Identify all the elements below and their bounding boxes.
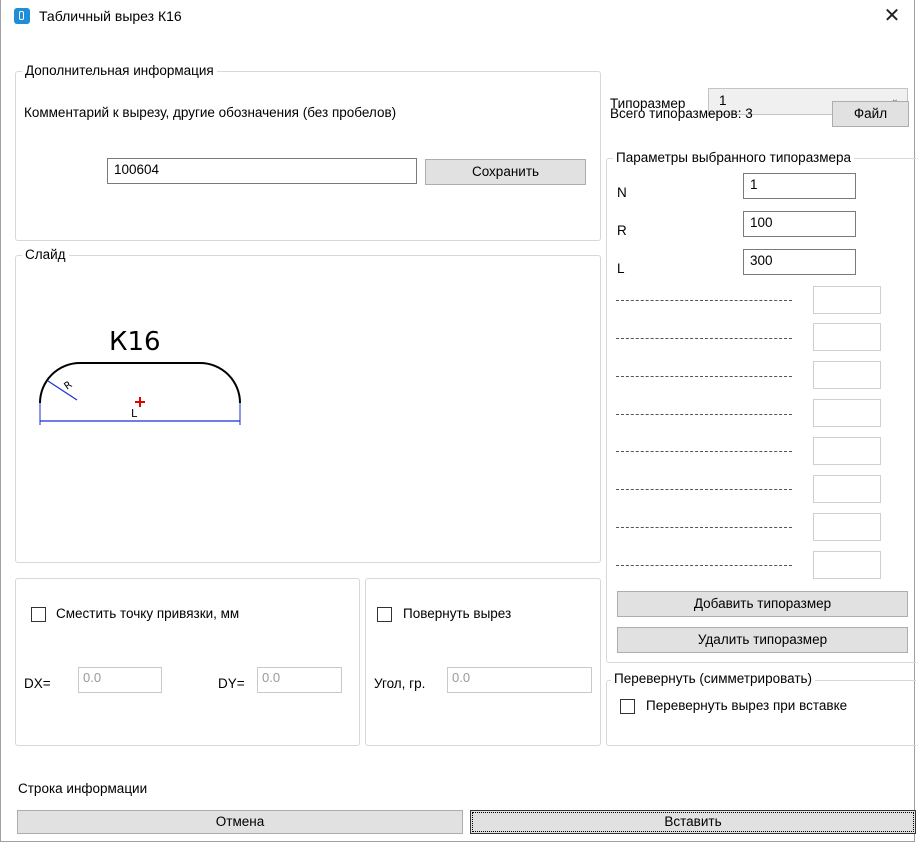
l-label: L bbox=[131, 407, 138, 420]
dx-input[interactable]: 0.0 bbox=[78, 667, 162, 693]
param-placeholder-2 bbox=[616, 338, 792, 340]
flip-checkbox-label: Перевернуть вырез при вставке bbox=[646, 698, 848, 713]
param-placeholder-4 bbox=[616, 414, 792, 416]
close-button[interactable]: ✕ bbox=[874, 2, 910, 30]
param-placeholder-7 bbox=[616, 527, 792, 529]
flip-checkbox[interactable] bbox=[620, 699, 635, 714]
add-size-button[interactable]: Добавить типоразмер bbox=[617, 591, 908, 617]
param-placeholder-5 bbox=[616, 451, 792, 453]
param-placeholder-8 bbox=[616, 565, 792, 567]
param-empty-input-6[interactable] bbox=[813, 475, 881, 503]
comment-label: Комментарий к вырезу, другие обозначения… bbox=[24, 105, 397, 120]
title-bar: Табличный вырез К16 ✕ bbox=[1, 0, 914, 32]
param-l-input[interactable]: 300 bbox=[743, 249, 856, 275]
param-placeholder-3 bbox=[616, 376, 792, 378]
rotate-checkbox[interactable] bbox=[377, 607, 392, 622]
extra-info-group: Дополнительная информация bbox=[15, 63, 601, 241]
offset-group bbox=[15, 578, 360, 746]
cancel-button[interactable]: Отмена bbox=[17, 810, 463, 834]
extra-info-legend: Дополнительная информация bbox=[22, 63, 217, 78]
rotate-checkbox-label: Повернуть вырез bbox=[403, 606, 512, 621]
flip-legend: Перевернуть (симметрировать) bbox=[611, 671, 816, 686]
offset-checkbox-label: Сместить точку привязки, мм bbox=[56, 606, 240, 621]
param-empty-input-7[interactable] bbox=[813, 513, 881, 541]
file-button[interactable]: Файл bbox=[832, 101, 909, 127]
dialog-window: Табличный вырез К16 ✕ Дополнительная инф… bbox=[0, 0, 916, 842]
insert-button[interactable]: Вставить bbox=[470, 810, 916, 834]
rotate-group bbox=[365, 578, 601, 746]
angle-input[interactable]: 0.0 bbox=[447, 667, 592, 693]
r-label: R bbox=[62, 379, 74, 392]
param-l-label: L bbox=[617, 261, 625, 276]
param-n-input[interactable]: 1 bbox=[743, 173, 856, 199]
info-line: Строка информации bbox=[18, 781, 148, 796]
delete-size-button[interactable]: Удалить типоразмер bbox=[617, 627, 908, 653]
param-empty-input-3[interactable] bbox=[813, 361, 881, 389]
angle-label: Угол, гр. bbox=[374, 676, 426, 691]
comment-input[interactable]: 100604 bbox=[107, 158, 417, 184]
param-empty-input-1[interactable] bbox=[813, 286, 881, 314]
param-empty-input-2[interactable] bbox=[813, 323, 881, 351]
param-empty-input-4[interactable] bbox=[813, 399, 881, 427]
anchor-point-icon bbox=[135, 397, 145, 407]
flip-group: Перевернуть (симметрировать) bbox=[606, 671, 916, 746]
app-icon bbox=[14, 8, 30, 24]
shape-name-text: К16 bbox=[109, 327, 161, 357]
dx-label: DX= bbox=[24, 676, 51, 691]
param-empty-input-5[interactable] bbox=[813, 437, 881, 465]
param-empty-input-8[interactable] bbox=[813, 551, 881, 579]
slide-legend: Слайд bbox=[22, 247, 69, 262]
save-button[interactable]: Сохранить bbox=[425, 159, 586, 185]
dy-label: DY= bbox=[218, 676, 245, 691]
slide-preview: К16 R L bbox=[39, 327, 241, 425]
param-n-label: N bbox=[617, 185, 627, 200]
total-sizes-label: Всего типоразмеров: 3 bbox=[610, 106, 753, 121]
param-r-input[interactable]: 100 bbox=[743, 211, 856, 237]
params-legend: Параметры выбранного типоразмера bbox=[613, 150, 855, 165]
param-r-label: R bbox=[617, 223, 627, 238]
window-title: Табличный вырез К16 bbox=[39, 8, 182, 24]
param-placeholder-1 bbox=[616, 300, 792, 302]
dy-input[interactable]: 0.0 bbox=[257, 667, 342, 693]
param-placeholder-6 bbox=[616, 489, 792, 491]
offset-checkbox[interactable] bbox=[31, 607, 46, 622]
